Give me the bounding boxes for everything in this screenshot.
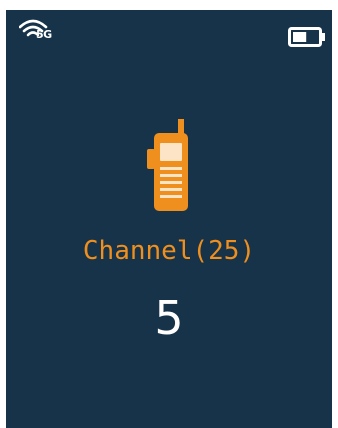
walkie-talkie-icon bbox=[146, 119, 194, 213]
channel-number: 5 bbox=[154, 291, 184, 345]
network-type-label: 5G bbox=[36, 28, 52, 41]
battery-level-fill bbox=[293, 32, 307, 42]
channel-label: Channel(25) bbox=[82, 236, 256, 266]
wifi-signal-icon: 5G bbox=[18, 18, 65, 46]
battery-icon bbox=[288, 27, 328, 47]
device-screen: 5G Channel(25) 5 bbox=[6, 10, 332, 428]
status-bar: 5G bbox=[6, 10, 332, 50]
